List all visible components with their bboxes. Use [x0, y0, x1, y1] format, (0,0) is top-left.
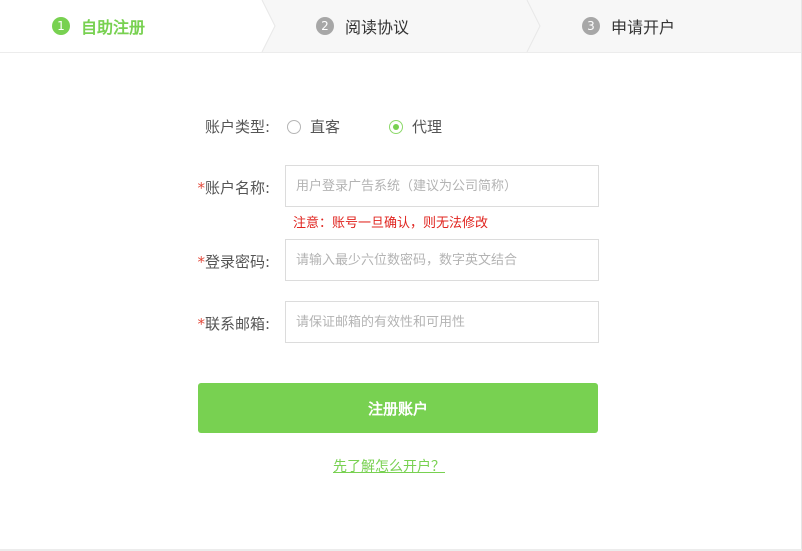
step-label: 阅读协议 — [345, 18, 410, 37]
account-type-label: 账户类型: — [150, 116, 270, 137]
step-read-agreement: 2 阅读协议 — [316, 0, 409, 52]
registration-steps: 1 自助注册 2 阅读协议 3 申请开户 — [0, 0, 801, 53]
password-label: *登录密码: — [150, 251, 270, 272]
how-to-open-account-link[interactable]: 先了解怎么开户？ — [333, 456, 445, 476]
account-name-warning: 注意：账号一旦确认，则无法修改 — [293, 216, 489, 231]
account-type-label-text: 账户类型: — [204, 118, 270, 136]
radio-label: 代理 — [412, 118, 443, 136]
account-name-input[interactable] — [285, 165, 599, 207]
radio-agent[interactable]: 代理 — [389, 116, 442, 137]
registration-page: 1 自助注册 2 阅读协议 3 申请开户 账户类型: 直客 代理 *账户名称: … — [0, 0, 802, 551]
required-mark: * — [197, 315, 205, 333]
password-label-text: 登录密码: — [204, 253, 270, 271]
password-input[interactable] — [285, 239, 599, 281]
radio-circle-checked-icon[interactable] — [389, 119, 403, 134]
email-input[interactable] — [285, 301, 599, 343]
required-mark: * — [197, 179, 205, 197]
radio-circle-icon[interactable] — [287, 119, 301, 134]
account-name-label: *账户名称: — [150, 177, 270, 198]
step-label: 自助注册 — [81, 18, 146, 37]
step-number-1: 1 — [52, 17, 70, 35]
step-apply-account: 3 申请开户 — [582, 0, 675, 52]
step-number-3: 3 — [582, 17, 600, 35]
required-mark: * — [197, 253, 205, 271]
radio-direct-client[interactable]: 直客 — [287, 116, 340, 137]
email-label: *联系邮箱: — [150, 313, 270, 334]
email-label-text: 联系邮箱: — [204, 315, 270, 333]
step-self-register: 1 自助注册 — [52, 0, 145, 52]
register-account-button[interactable]: 注册账户 — [198, 383, 598, 433]
step-label: 申请开户 — [611, 18, 676, 37]
account-name-label-text: 账户名称: — [204, 179, 270, 197]
radio-label: 直客 — [310, 118, 341, 136]
step-number-2: 2 — [316, 17, 334, 35]
